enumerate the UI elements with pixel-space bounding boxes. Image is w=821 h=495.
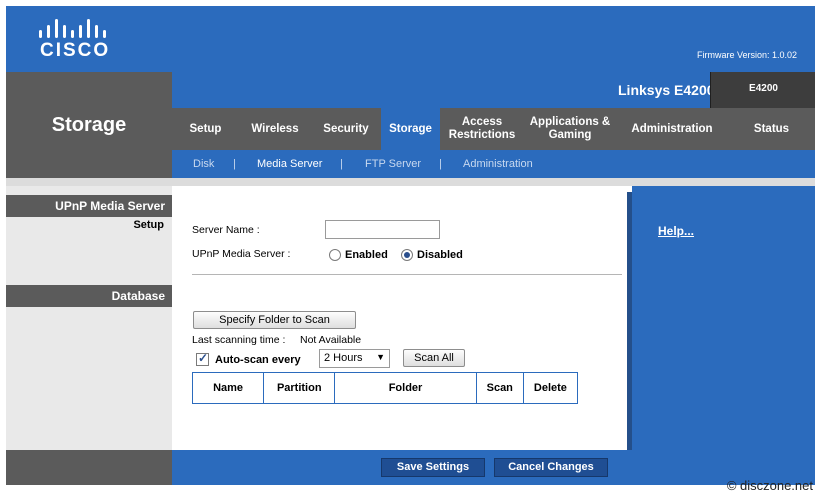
autoscan-checkbox[interactable]: ✓	[196, 351, 209, 366]
folder-table: Name Partition Folder Scan Delete	[191, 372, 579, 404]
section-setup-label: Setup	[133, 219, 164, 231]
submenu-separator: |	[233, 158, 236, 170]
col-partition: Partition	[263, 372, 336, 404]
section-database: Database	[6, 285, 172, 307]
radio-selected-dot	[404, 252, 410, 258]
tab-applications-gaming[interactable]: Applications & Gaming	[524, 108, 616, 150]
check-icon: ✓	[198, 351, 209, 365]
cisco-bars-icon	[39, 19, 106, 38]
divider-strip	[6, 178, 815, 186]
specify-folder-button[interactable]: Specify Folder to Scan	[193, 311, 356, 329]
help-panel: Help...	[632, 186, 815, 450]
table-header-row: Name Partition Folder Scan Delete	[191, 372, 579, 404]
autoscan-interval-select[interactable]: 2 Hours ▼	[319, 349, 390, 368]
scan-all-button[interactable]: Scan All	[403, 349, 465, 367]
model-label: E4200	[749, 83, 778, 94]
server-name-input[interactable]	[325, 220, 440, 239]
tab-security[interactable]: Security	[311, 108, 381, 150]
submenu-administration[interactable]: Administration	[463, 158, 533, 170]
col-name: Name	[191, 372, 265, 404]
dropdown-arrow-icon: ▼	[376, 352, 385, 362]
header-bar: CISCO Firmware Version: 1.0.02	[6, 6, 815, 72]
help-link[interactable]: Help...	[658, 224, 694, 238]
upnp-media-server-label: UPnP Media Server :	[192, 248, 291, 260]
section-upnp-media-server: UPnP Media Server	[6, 195, 172, 217]
last-scan-label: Last scanning time :	[192, 334, 286, 346]
autoscan-interval-value: 2 Hours	[324, 352, 363, 364]
submenu-media-server[interactable]: Media Server	[257, 158, 322, 170]
cancel-changes-button[interactable]: Cancel Changes	[494, 458, 608, 477]
footer-bar: Save Settings Cancel Changes	[172, 450, 632, 485]
autoscan-label: Auto-scan every	[215, 354, 301, 366]
submenu-separator: |	[340, 158, 343, 170]
page-title-panel: Storage	[6, 72, 172, 178]
submenu-separator: |	[439, 158, 442, 170]
col-scan: Scan	[475, 372, 524, 404]
page-title: Storage	[51, 114, 127, 136]
disabled-radio-label: Disabled	[417, 249, 463, 261]
last-scan-value: Not Available	[300, 334, 362, 346]
submenu-ftp-server[interactable]: FTP Server	[365, 158, 421, 170]
tab-setup[interactable]: Setup	[172, 108, 239, 150]
footer-left	[6, 450, 172, 485]
disabled-radio[interactable]	[401, 249, 413, 261]
tab-storage[interactable]: Storage	[381, 108, 440, 150]
model-box: E4200	[710, 72, 815, 108]
main-tabs: Setup Wireless Security Storage Access R…	[172, 108, 815, 150]
watermark: © disczone.net	[726, 478, 813, 493]
submenu-disk[interactable]: Disk	[193, 158, 214, 170]
enabled-radio[interactable]	[329, 249, 341, 261]
product-name: Linksys E4200	[618, 82, 715, 98]
tab-status[interactable]: Status	[728, 108, 815, 150]
tab-access-restrictions[interactable]: Access Restrictions	[440, 108, 524, 150]
main-content: Server Name : UPnP Media Server : Enable…	[172, 186, 632, 450]
sidebar: UPnP Media Server Setup Database	[6, 186, 172, 450]
tab-administration[interactable]: Administration	[616, 108, 728, 150]
submenu: Disk | Media Server | FTP Server | Admin…	[172, 150, 815, 178]
section-divider	[192, 274, 622, 275]
enabled-radio-label: Enabled	[345, 249, 388, 261]
col-folder: Folder	[334, 372, 477, 404]
logo-text: CISCO	[40, 40, 111, 61]
tab-wireless[interactable]: Wireless	[239, 108, 311, 150]
firmware-version: Firmware Version: 1.0.02	[696, 50, 797, 60]
product-bar: Linksys E4200 E4200	[172, 72, 815, 108]
server-name-label: Server Name :	[192, 224, 260, 236]
cisco-logo: CISCO	[38, 18, 118, 64]
col-delete: Delete	[522, 372, 579, 404]
save-settings-button[interactable]: Save Settings	[381, 458, 485, 477]
